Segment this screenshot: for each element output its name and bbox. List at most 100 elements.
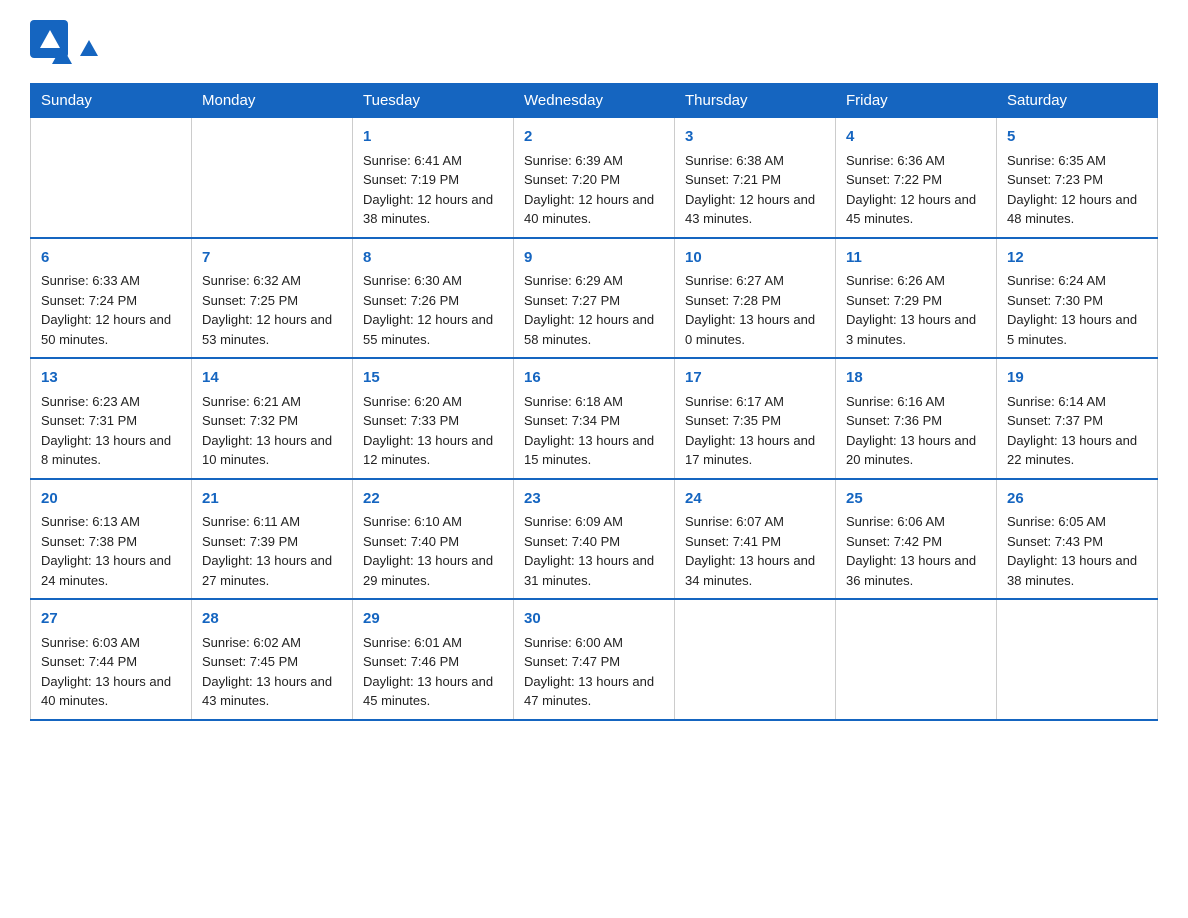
sunset-text: Sunset: 7:22 PM — [846, 170, 986, 190]
calendar-cell: 13Sunrise: 6:23 AMSunset: 7:31 PMDayligh… — [31, 358, 192, 479]
calendar-cell: 8Sunrise: 6:30 AMSunset: 7:26 PMDaylight… — [353, 238, 514, 359]
calendar-cell: 26Sunrise: 6:05 AMSunset: 7:43 PMDayligh… — [997, 479, 1158, 600]
day-number: 30 — [524, 608, 664, 631]
sunset-text: Sunset: 7:24 PM — [41, 291, 181, 311]
sunrise-text: Sunrise: 6:20 AM — [363, 392, 503, 412]
daylight-text: Daylight: 13 hours and 20 minutes. — [846, 431, 986, 470]
calendar-cell: 23Sunrise: 6:09 AMSunset: 7:40 PMDayligh… — [514, 479, 675, 600]
calendar-cell: 1Sunrise: 6:41 AMSunset: 7:19 PMDaylight… — [353, 118, 514, 238]
sunset-text: Sunset: 7:23 PM — [1007, 170, 1147, 190]
daylight-text: Daylight: 13 hours and 29 minutes. — [363, 551, 503, 590]
logo-text-block — [76, 38, 102, 56]
day-number: 23 — [524, 488, 664, 511]
header-thursday: Thursday — [675, 84, 836, 118]
sunrise-text: Sunrise: 6:16 AM — [846, 392, 986, 412]
sunrise-text: Sunrise: 6:38 AM — [685, 151, 825, 171]
daylight-text: Daylight: 13 hours and 40 minutes. — [41, 672, 181, 711]
calendar-cell: 9Sunrise: 6:29 AMSunset: 7:27 PMDaylight… — [514, 238, 675, 359]
day-number: 3 — [685, 126, 825, 149]
sunset-text: Sunset: 7:47 PM — [524, 652, 664, 672]
daylight-text: Daylight: 12 hours and 40 minutes. — [524, 190, 664, 229]
calendar-cell: 28Sunrise: 6:02 AMSunset: 7:45 PMDayligh… — [192, 599, 353, 720]
sunset-text: Sunset: 7:44 PM — [41, 652, 181, 672]
sunset-text: Sunset: 7:20 PM — [524, 170, 664, 190]
header-sunday: Sunday — [31, 84, 192, 118]
logo-mark — [30, 20, 72, 73]
sunrise-text: Sunrise: 6:33 AM — [41, 271, 181, 291]
calendar-cell — [997, 599, 1158, 720]
calendar-cell: 30Sunrise: 6:00 AMSunset: 7:47 PMDayligh… — [514, 599, 675, 720]
calendar-week-4: 20Sunrise: 6:13 AMSunset: 7:38 PMDayligh… — [31, 479, 1158, 600]
daylight-text: Daylight: 13 hours and 27 minutes. — [202, 551, 342, 590]
sunrise-text: Sunrise: 6:07 AM — [685, 512, 825, 532]
calendar-cell: 4Sunrise: 6:36 AMSunset: 7:22 PMDaylight… — [836, 118, 997, 238]
calendar-cell: 10Sunrise: 6:27 AMSunset: 7:28 PMDayligh… — [675, 238, 836, 359]
sunset-text: Sunset: 7:35 PM — [685, 411, 825, 431]
sunset-text: Sunset: 7:25 PM — [202, 291, 342, 311]
day-number: 13 — [41, 367, 181, 390]
header-monday: Monday — [192, 84, 353, 118]
header-friday: Friday — [836, 84, 997, 118]
daylight-text: Daylight: 13 hours and 17 minutes. — [685, 431, 825, 470]
sunset-text: Sunset: 7:37 PM — [1007, 411, 1147, 431]
calendar-cell: 6Sunrise: 6:33 AMSunset: 7:24 PMDaylight… — [31, 238, 192, 359]
day-number: 22 — [363, 488, 503, 511]
daylight-text: Daylight: 13 hours and 24 minutes. — [41, 551, 181, 590]
sunset-text: Sunset: 7:33 PM — [363, 411, 503, 431]
calendar-cell: 3Sunrise: 6:38 AMSunset: 7:21 PMDaylight… — [675, 118, 836, 238]
day-number: 18 — [846, 367, 986, 390]
day-number: 10 — [685, 247, 825, 270]
sunrise-text: Sunrise: 6:11 AM — [202, 512, 342, 532]
sunrise-text: Sunrise: 6:10 AM — [363, 512, 503, 532]
day-number: 28 — [202, 608, 342, 631]
daylight-text: Daylight: 13 hours and 47 minutes. — [524, 672, 664, 711]
calendar-cell: 5Sunrise: 6:35 AMSunset: 7:23 PMDaylight… — [997, 118, 1158, 238]
calendar-cell: 25Sunrise: 6:06 AMSunset: 7:42 PMDayligh… — [836, 479, 997, 600]
daylight-text: Daylight: 12 hours and 53 minutes. — [202, 310, 342, 349]
sunset-text: Sunset: 7:21 PM — [685, 170, 825, 190]
daylight-text: Daylight: 13 hours and 36 minutes. — [846, 551, 986, 590]
sunrise-text: Sunrise: 6:06 AM — [846, 512, 986, 532]
logo-icon — [30, 20, 72, 68]
daylight-text: Daylight: 13 hours and 45 minutes. — [363, 672, 503, 711]
daylight-text: Daylight: 13 hours and 3 minutes. — [846, 310, 986, 349]
sunset-text: Sunset: 7:31 PM — [41, 411, 181, 431]
sunset-text: Sunset: 7:45 PM — [202, 652, 342, 672]
calendar-cell: 29Sunrise: 6:01 AMSunset: 7:46 PMDayligh… — [353, 599, 514, 720]
sunset-text: Sunset: 7:39 PM — [202, 532, 342, 552]
daylight-text: Daylight: 13 hours and 43 minutes. — [202, 672, 342, 711]
sunrise-text: Sunrise: 6:35 AM — [1007, 151, 1147, 171]
day-number: 7 — [202, 247, 342, 270]
calendar-cell: 17Sunrise: 6:17 AMSunset: 7:35 PMDayligh… — [675, 358, 836, 479]
sunrise-text: Sunrise: 6:39 AM — [524, 151, 664, 171]
sunset-text: Sunset: 7:42 PM — [846, 532, 986, 552]
calendar-cell — [31, 118, 192, 238]
calendar-cell: 2Sunrise: 6:39 AMSunset: 7:20 PMDaylight… — [514, 118, 675, 238]
sunset-text: Sunset: 7:32 PM — [202, 411, 342, 431]
calendar-week-5: 27Sunrise: 6:03 AMSunset: 7:44 PMDayligh… — [31, 599, 1158, 720]
sunset-text: Sunset: 7:19 PM — [363, 170, 503, 190]
sunrise-text: Sunrise: 6:05 AM — [1007, 512, 1147, 532]
daylight-text: Daylight: 12 hours and 58 minutes. — [524, 310, 664, 349]
daylight-text: Daylight: 13 hours and 22 minutes. — [1007, 431, 1147, 470]
calendar-cell: 24Sunrise: 6:07 AMSunset: 7:41 PMDayligh… — [675, 479, 836, 600]
calendar-cell — [836, 599, 997, 720]
day-number: 5 — [1007, 126, 1147, 149]
daylight-text: Daylight: 12 hours and 55 minutes. — [363, 310, 503, 349]
day-number: 12 — [1007, 247, 1147, 270]
sunrise-text: Sunrise: 6:30 AM — [363, 271, 503, 291]
sunset-text: Sunset: 7:30 PM — [1007, 291, 1147, 311]
sunrise-text: Sunrise: 6:17 AM — [685, 392, 825, 412]
sunrise-text: Sunrise: 6:13 AM — [41, 512, 181, 532]
calendar-cell: 15Sunrise: 6:20 AMSunset: 7:33 PMDayligh… — [353, 358, 514, 479]
sunrise-text: Sunrise: 6:23 AM — [41, 392, 181, 412]
daylight-text: Daylight: 13 hours and 5 minutes. — [1007, 310, 1147, 349]
sunset-text: Sunset: 7:43 PM — [1007, 532, 1147, 552]
calendar-cell: 22Sunrise: 6:10 AMSunset: 7:40 PMDayligh… — [353, 479, 514, 600]
daylight-text: Daylight: 13 hours and 12 minutes. — [363, 431, 503, 470]
calendar-week-1: 1Sunrise: 6:41 AMSunset: 7:19 PMDaylight… — [31, 118, 1158, 238]
calendar-cell — [675, 599, 836, 720]
sunrise-text: Sunrise: 6:26 AM — [846, 271, 986, 291]
day-number: 24 — [685, 488, 825, 511]
sunset-text: Sunset: 7:41 PM — [685, 532, 825, 552]
